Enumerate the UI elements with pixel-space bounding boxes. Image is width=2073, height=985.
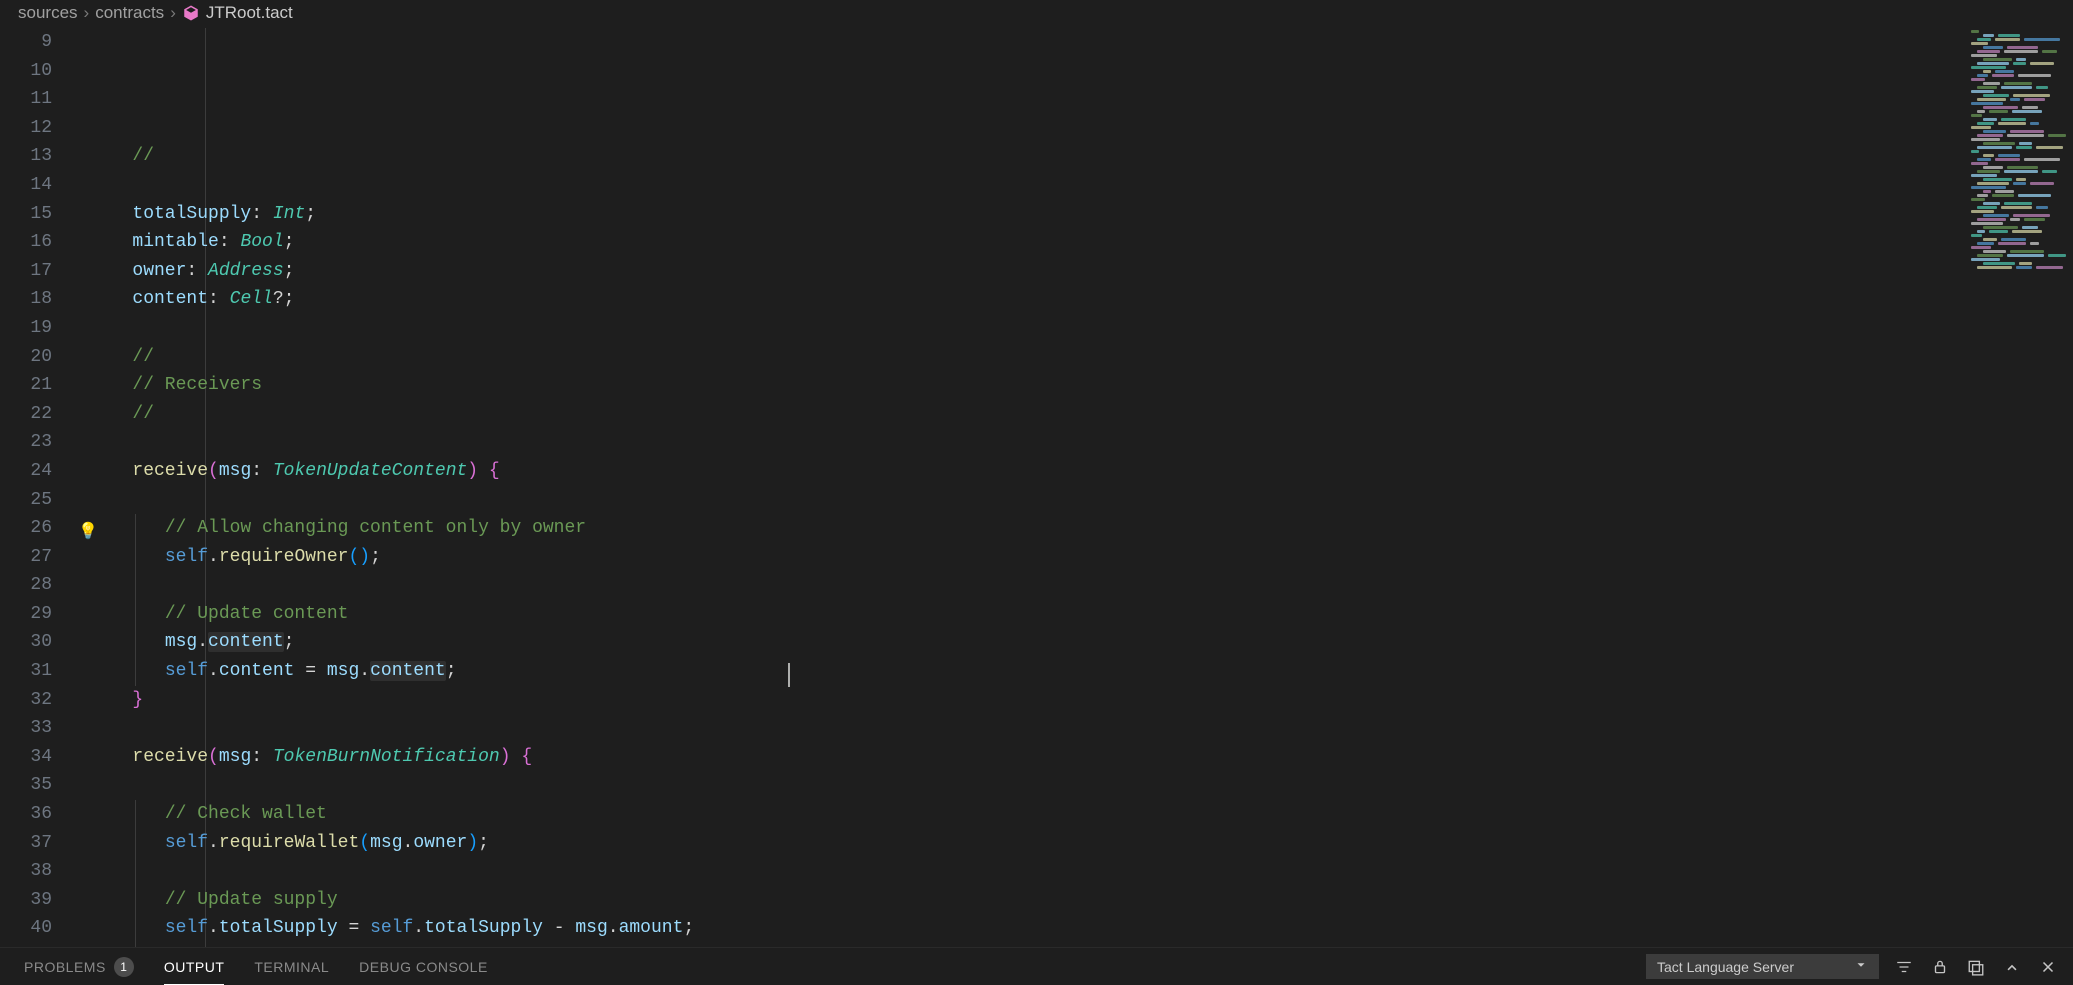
minimap[interactable] (1963, 26, 2073, 947)
line-number: 34 (0, 743, 52, 772)
tab-debug-console[interactable]: Debug Console (359, 959, 488, 975)
code-line[interactable]: receive(msg: TokenUpdateContent) { (100, 457, 1963, 486)
tab-problems-label: Problems (24, 959, 106, 975)
tab-problems[interactable]: Problems 1 (24, 957, 134, 977)
code-line[interactable] (100, 571, 1963, 600)
line-number: 30 (0, 628, 52, 657)
file-tact-icon (182, 4, 200, 22)
line-number: 15 (0, 200, 52, 229)
code-line[interactable]: // Allow changing content only by owner (100, 514, 1963, 543)
code-line[interactable] (100, 171, 1963, 200)
line-number: 35 (0, 771, 52, 800)
code-line[interactable]: msg.content; (100, 628, 1963, 657)
line-number: 9 (0, 28, 52, 57)
chevron-right-icon: › (170, 3, 176, 23)
line-number: 16 (0, 228, 52, 257)
open-log-icon[interactable] (1965, 956, 1987, 978)
line-number: 33 (0, 714, 52, 743)
line-number: 38 (0, 857, 52, 886)
line-number: 29 (0, 600, 52, 629)
problems-count-badge: 1 (114, 957, 134, 977)
filter-icon[interactable] (1893, 956, 1915, 978)
code-line[interactable]: // (100, 142, 1963, 171)
lock-scroll-icon[interactable] (1929, 956, 1951, 978)
tab-output[interactable]: Output (164, 959, 225, 975)
line-number: 23 (0, 428, 52, 457)
line-number: 37 (0, 829, 52, 858)
tab-terminal[interactable]: Terminal (254, 959, 329, 975)
line-number: 40 (0, 914, 52, 943)
code-content[interactable]: // totalSupply: Int; mintable: Bool; own… (100, 26, 1963, 947)
code-line[interactable] (100, 714, 1963, 743)
glyph-margin: 💡 (78, 26, 100, 947)
code-line[interactable]: owner: Address; (100, 257, 1963, 286)
code-line[interactable] (100, 428, 1963, 457)
lightbulb-icon[interactable]: 💡 (78, 518, 98, 547)
code-line[interactable]: content: Cell?; (100, 285, 1963, 314)
code-line[interactable]: // Update supply (100, 886, 1963, 915)
line-number: 19 (0, 314, 52, 343)
line-number: 27 (0, 543, 52, 572)
code-line[interactable] (100, 314, 1963, 343)
code-line[interactable]: // (100, 400, 1963, 429)
line-number: 21 (0, 371, 52, 400)
breadcrumb-seg-contracts[interactable]: contracts (95, 3, 164, 23)
code-line[interactable]: totalSupply: Int; (100, 200, 1963, 229)
output-channel-dropdown[interactable]: Tact Language Server (1646, 954, 1879, 979)
line-number: 10 (0, 57, 52, 86)
line-number: 36 (0, 800, 52, 829)
line-number: 13 (0, 142, 52, 171)
panel-actions: Tact Language Server (1646, 954, 2059, 979)
code-line[interactable]: } (100, 686, 1963, 715)
code-line[interactable]: self.requireWallet(msg.owner); (100, 829, 1963, 858)
breadcrumb-file[interactable]: JTRoot.tact (206, 3, 293, 23)
code-line[interactable] (100, 771, 1963, 800)
code-line[interactable]: self.requireOwner(); (100, 543, 1963, 572)
line-number: 25 (0, 486, 52, 515)
line-number: 31 (0, 657, 52, 686)
close-panel-icon[interactable] (2037, 956, 2059, 978)
tab-terminal-label: Terminal (254, 959, 329, 975)
line-number-gutter: 9101112131415161718192021222324252627282… (0, 26, 78, 947)
chevron-down-icon (1854, 958, 1868, 975)
line-number: 39 (0, 886, 52, 915)
code-line[interactable]: // Update content (100, 600, 1963, 629)
line-number: 12 (0, 114, 52, 143)
line-number: 20 (0, 343, 52, 372)
code-line[interactable]: // (100, 343, 1963, 372)
code-line[interactable]: // Check wallet (100, 800, 1963, 829)
code-line[interactable]: receive(msg: TokenBurnNotification) { (100, 743, 1963, 772)
tab-debug-label: Debug Console (359, 959, 488, 975)
tab-output-label: Output (164, 959, 225, 975)
chevron-up-icon[interactable] (2001, 956, 2023, 978)
code-line[interactable]: // Receivers (100, 371, 1963, 400)
line-number: 24 (0, 457, 52, 486)
line-number: 17 (0, 257, 52, 286)
breadcrumb[interactable]: sources › contracts › JTRoot.tact (0, 0, 2073, 26)
editor[interactable]: 9101112131415161718192021222324252627282… (0, 26, 2073, 947)
line-number: 32 (0, 686, 52, 715)
breadcrumb-seg-sources[interactable]: sources (18, 3, 78, 23)
code-line[interactable]: self.totalSupply = self.totalSupply - ms… (100, 914, 1963, 943)
code-line[interactable] (100, 857, 1963, 886)
panel-tabs: Problems 1 Output Terminal Debug Console (24, 957, 488, 977)
code-line[interactable] (100, 943, 1963, 947)
line-number: 26 (0, 514, 52, 543)
bottom-panel: Problems 1 Output Terminal Debug Console… (0, 947, 2073, 985)
code-line[interactable]: mintable: Bool; (100, 228, 1963, 257)
line-number: 11 (0, 85, 52, 114)
chevron-right-icon: › (84, 3, 90, 23)
output-channel-label: Tact Language Server (1657, 959, 1794, 975)
line-number: 22 (0, 400, 52, 429)
line-number: 14 (0, 171, 52, 200)
line-number: 28 (0, 571, 52, 600)
line-number: 18 (0, 285, 52, 314)
code-line[interactable] (100, 486, 1963, 515)
code-line[interactable]: self.content = msg.content; (100, 657, 1963, 686)
